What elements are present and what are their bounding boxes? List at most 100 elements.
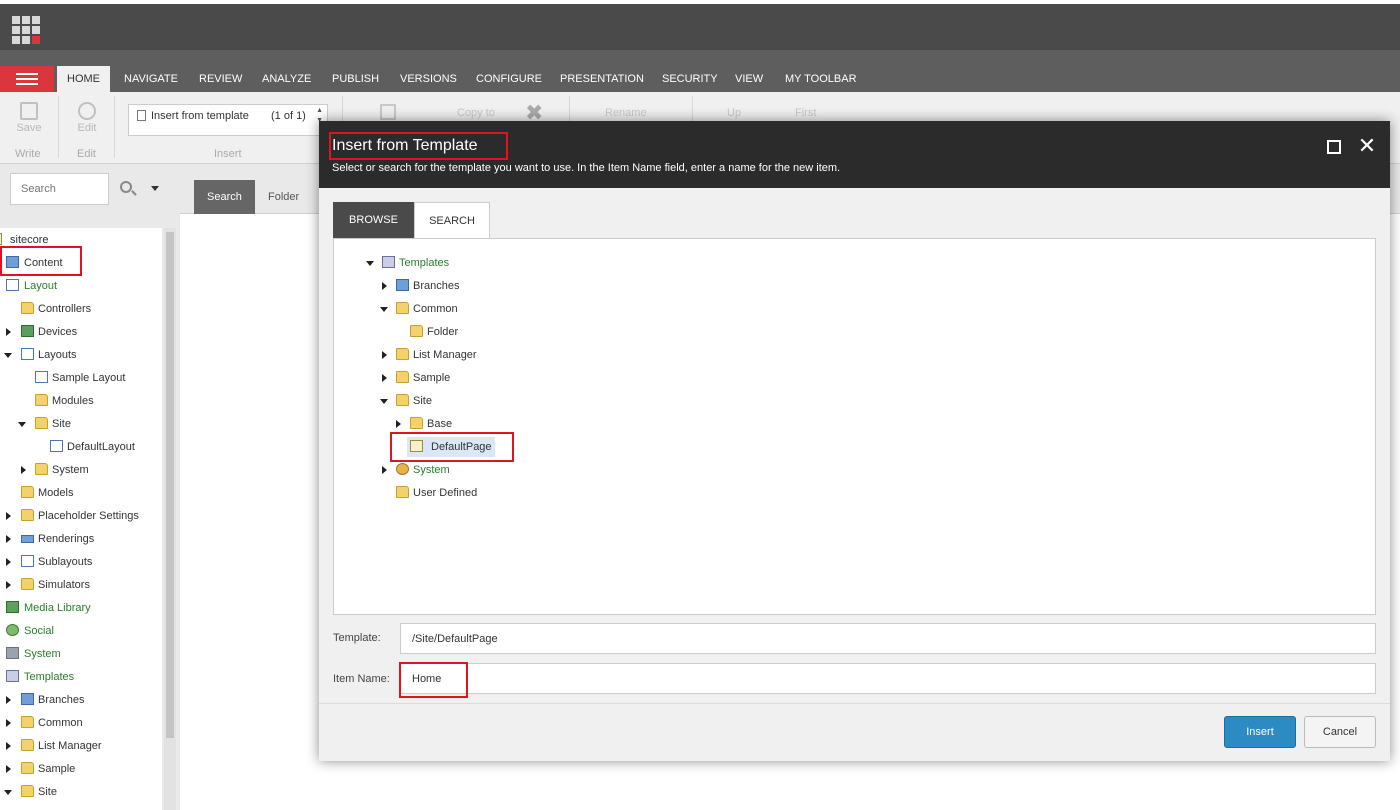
tree-item[interactable]: List Manager <box>0 736 102 756</box>
insert-gallery-item[interactable]: Insert from template <box>151 110 249 122</box>
search-input[interactable] <box>11 174 108 204</box>
expand-icon[interactable] <box>382 374 387 382</box>
tab-my-toolbar[interactable]: MY TOOLBAR <box>775 66 867 92</box>
tree-item[interactable]: Common <box>380 299 458 319</box>
tree-item[interactable]: Models <box>0 483 73 503</box>
edit-button[interactable]: Edit <box>62 102 112 134</box>
tree-item[interactable]: sitecore <box>0 230 49 250</box>
collapse-icon[interactable] <box>4 790 12 795</box>
expand-icon[interactable] <box>6 512 11 520</box>
tree-item[interactable]: Site <box>0 782 57 802</box>
rename-button[interactable]: Rename <box>605 107 647 119</box>
tree-item[interactable]: Sample <box>382 368 450 388</box>
tree-item[interactable]: Modules <box>0 391 94 411</box>
item-name-field[interactable] <box>400 663 1376 694</box>
app-launcher-icon[interactable] <box>12 16 42 46</box>
first-button[interactable]: First <box>795 107 816 119</box>
tree-item-content[interactable]: Content <box>0 253 63 273</box>
scrollbar-thumb[interactable] <box>166 232 174 738</box>
tab-view[interactable]: VIEW <box>725 66 773 92</box>
tree-item[interactable]: Branches <box>382 276 459 296</box>
expand-icon[interactable] <box>6 696 11 704</box>
tree-item[interactable]: List Manager <box>382 345 477 365</box>
collapse-icon[interactable] <box>380 399 388 404</box>
item-name-input[interactable] <box>401 664 1375 693</box>
tree-item[interactable]: Renderings <box>0 529 94 549</box>
insert-gallery[interactable]: Insert from template (1 of 1) ▲ ▼ <box>128 104 328 136</box>
chevron-down-icon[interactable] <box>151 186 159 191</box>
expand-icon[interactable] <box>396 420 401 428</box>
cancel-button[interactable]: Cancel <box>1304 716 1376 748</box>
scroll-up-icon[interactable]: ▲ <box>316 107 323 114</box>
expand-icon[interactable] <box>6 719 11 727</box>
collapse-icon[interactable] <box>18 422 26 427</box>
tree-item[interactable]: Templates <box>0 667 74 687</box>
up-button[interactable]: Up <box>727 107 741 119</box>
tab-browse[interactable]: BROWSE <box>333 202 414 239</box>
expand-icon[interactable] <box>382 466 387 474</box>
tree-item[interactable]: Branches <box>0 690 84 710</box>
collapse-icon[interactable] <box>380 307 388 312</box>
expand-icon[interactable] <box>6 328 11 336</box>
tab-search[interactable]: SEARCH <box>414 202 490 239</box>
tree-item[interactable]: Common <box>0 713 83 733</box>
tree-item[interactable]: Templates <box>366 253 449 273</box>
expand-icon[interactable] <box>382 351 387 359</box>
tree-item[interactable]: System <box>382 460 450 480</box>
template-field[interactable] <box>400 623 1376 654</box>
tree-item[interactable]: Sample <box>0 759 75 779</box>
tab-versions[interactable]: VERSIONS <box>390 66 467 92</box>
tab-presentation[interactable]: PRESENTATION <box>550 66 654 92</box>
tree-item[interactable]: DefaultLayout <box>0 437 135 457</box>
tab-home[interactable]: HOME <box>57 66 110 92</box>
tree-item[interactable]: Sublayouts <box>0 552 92 572</box>
expand-icon[interactable] <box>6 535 11 543</box>
duplicate-icon[interactable] <box>380 104 396 120</box>
tree-item[interactable]: Site <box>0 414 71 434</box>
copy-to-button[interactable]: Copy to <box>457 107 495 119</box>
collapse-icon[interactable] <box>366 261 374 266</box>
hamburger-menu-icon[interactable] <box>0 66 54 92</box>
expand-icon[interactable] <box>6 558 11 566</box>
expand-icon[interactable] <box>6 765 11 773</box>
tree-item[interactable]: Layout <box>0 276 57 296</box>
tree-item[interactable]: User Defined <box>382 483 477 503</box>
expand-icon[interactable] <box>382 282 387 290</box>
tree-item[interactable]: Social <box>0 621 54 641</box>
tree-item[interactable]: Devices <box>0 322 77 342</box>
tree-item[interactable]: Controllers <box>0 299 91 319</box>
tree-item[interactable]: Sample Layout <box>0 368 125 388</box>
tree-item[interactable]: Simulators <box>0 575 90 595</box>
folder-icon <box>21 739 34 751</box>
tree-item-selected[interactable]: DefaultPage <box>407 437 495 457</box>
tab-folder[interactable]: Folder <box>255 180 312 214</box>
tree-item[interactable]: System <box>0 460 89 480</box>
tab-review[interactable]: REVIEW <box>189 66 252 92</box>
edit-label: Edit <box>77 122 97 134</box>
expand-icon[interactable] <box>21 466 26 474</box>
maximize-icon[interactable] <box>1327 140 1341 154</box>
tab-navigate[interactable]: NAVIGATE <box>114 66 188 92</box>
template-input[interactable] <box>401 624 1375 653</box>
tree-item[interactable]: Base <box>396 414 452 434</box>
tree-item[interactable]: System <box>0 644 61 664</box>
tree-item[interactable]: Site <box>380 391 432 411</box>
tree-item[interactable]: Placeholder Settings <box>0 506 139 526</box>
tab-search[interactable]: Search <box>194 180 255 214</box>
expand-icon[interactable] <box>6 742 11 750</box>
tab-configure[interactable]: CONFIGURE <box>466 66 552 92</box>
tree-scrollbar[interactable] <box>164 228 176 810</box>
tree-item[interactable]: Layouts <box>0 345 77 365</box>
tree-item[interactable]: Media Library <box>0 598 91 618</box>
expand-icon[interactable] <box>6 581 11 589</box>
tab-publish[interactable]: PUBLISH <box>322 66 389 92</box>
tab-security[interactable]: SECURITY <box>652 66 728 92</box>
search-field[interactable] <box>10 173 109 205</box>
search-icon[interactable] <box>120 181 132 193</box>
save-button[interactable]: Save <box>4 102 54 134</box>
insert-button[interactable]: Insert <box>1224 716 1296 748</box>
collapse-icon[interactable] <box>4 353 12 358</box>
close-icon[interactable]: ✕ <box>1357 135 1377 157</box>
tab-analyze[interactable]: ANALYZE <box>252 66 321 92</box>
tree-item[interactable]: Folder <box>396 322 458 342</box>
